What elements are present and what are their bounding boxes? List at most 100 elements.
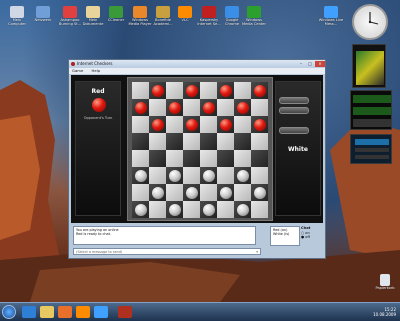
white-checker-piece[interactable] xyxy=(168,203,181,216)
board-square[interactable] xyxy=(166,184,183,201)
board-square[interactable] xyxy=(251,201,268,218)
clock-gadget[interactable] xyxy=(352,4,388,40)
board-square[interactable] xyxy=(132,184,149,201)
recycle-bin-icon[interactable]: Papierkorb xyxy=(372,274,398,290)
board-square[interactable] xyxy=(183,167,200,184)
start-button[interactable] xyxy=(2,305,16,319)
board-square[interactable] xyxy=(217,150,234,167)
board-square[interactable] xyxy=(149,184,166,201)
board-square[interactable] xyxy=(183,150,200,167)
board-square[interactable] xyxy=(149,201,166,218)
white-checker-piece[interactable] xyxy=(151,186,164,199)
board-square[interactable] xyxy=(149,167,166,184)
board-square[interactable] xyxy=(166,150,183,167)
board-square[interactable] xyxy=(200,167,217,184)
close-button[interactable]: × xyxy=(315,61,325,67)
board-square[interactable] xyxy=(217,82,234,99)
red-checker-piece[interactable] xyxy=(236,101,249,114)
board-square[interactable] xyxy=(217,184,234,201)
red-checker-piece[interactable] xyxy=(219,84,232,97)
board-square[interactable] xyxy=(183,201,200,218)
board-square[interactable] xyxy=(251,99,268,116)
board-square[interactable] xyxy=(251,133,268,150)
red-checker-piece[interactable] xyxy=(185,118,198,131)
game-button-3[interactable] xyxy=(279,127,309,134)
board-square[interactable] xyxy=(251,167,268,184)
board-square[interactable] xyxy=(217,167,234,184)
maximize-button[interactable]: □ xyxy=(306,61,314,67)
desktop-icon[interactable]: Windows Live Mess... xyxy=(318,6,344,26)
white-checker-piece[interactable] xyxy=(219,186,232,199)
board-square[interactable] xyxy=(200,184,217,201)
board-square[interactable] xyxy=(217,133,234,150)
game-button-1[interactable] xyxy=(279,97,309,104)
board-square[interactable] xyxy=(166,99,183,116)
board-square[interactable] xyxy=(149,99,166,116)
board-square[interactable] xyxy=(234,82,251,99)
board-square[interactable] xyxy=(132,167,149,184)
desktop-icon[interactable]: VLC xyxy=(172,6,198,22)
red-checker-piece[interactable] xyxy=(151,118,164,131)
white-checker-piece[interactable] xyxy=(168,169,181,182)
ie-taskbar-icon[interactable] xyxy=(22,306,36,318)
board-square[interactable] xyxy=(132,99,149,116)
board-square[interactable] xyxy=(200,99,217,116)
board-square[interactable] xyxy=(234,167,251,184)
red-checker-piece[interactable] xyxy=(168,101,181,114)
checkers-taskbar-icon[interactable] xyxy=(118,306,132,318)
media-player-taskbar-icon[interactable] xyxy=(76,306,90,318)
white-checker-piece[interactable] xyxy=(253,186,266,199)
white-checker-piece[interactable] xyxy=(236,203,249,216)
board-square[interactable] xyxy=(132,82,149,99)
board-square[interactable] xyxy=(166,133,183,150)
board-square[interactable] xyxy=(166,201,183,218)
board-square[interactable] xyxy=(234,184,251,201)
white-checker-piece[interactable] xyxy=(202,203,215,216)
menu-help[interactable]: Help xyxy=(92,68,101,73)
explorer-taskbar-icon[interactable] xyxy=(40,306,54,318)
puzzle-gadget[interactable] xyxy=(352,44,386,88)
board-square[interactable] xyxy=(149,133,166,150)
board-square[interactable] xyxy=(234,201,251,218)
chat-message-select[interactable]: (Select a message to send) ▾ xyxy=(73,248,261,255)
checkers-board[interactable] xyxy=(132,82,268,218)
chat-off-radio[interactable]: ● off xyxy=(301,235,323,239)
game-button-2[interactable] xyxy=(279,107,309,114)
board-square[interactable] xyxy=(149,116,166,133)
board-square[interactable] xyxy=(132,201,149,218)
desktop-icon[interactable]: Windows Media Center xyxy=(241,6,267,26)
messenger-taskbar-icon[interactable] xyxy=(94,306,108,318)
board-square[interactable] xyxy=(200,133,217,150)
minimize-button[interactable]: – xyxy=(297,61,305,67)
white-checker-piece[interactable] xyxy=(185,186,198,199)
board-square[interactable] xyxy=(200,116,217,133)
board-square[interactable] xyxy=(200,82,217,99)
board-square[interactable] xyxy=(234,116,251,133)
red-checker-piece[interactable] xyxy=(253,118,266,131)
red-checker-piece[interactable] xyxy=(134,101,147,114)
desktop-icon[interactable]: CCleaner xyxy=(103,6,129,22)
board-square[interactable] xyxy=(251,150,268,167)
stock-gadget[interactable] xyxy=(350,90,392,130)
red-checker-piece[interactable] xyxy=(185,84,198,97)
board-square[interactable] xyxy=(183,99,200,116)
desktop-icon[interactable]: Netzwerk xyxy=(30,6,56,22)
board-square[interactable] xyxy=(234,99,251,116)
white-checker-piece[interactable] xyxy=(134,203,147,216)
red-checker-piece[interactable] xyxy=(219,118,232,131)
board-square[interactable] xyxy=(217,99,234,116)
title-bar[interactable]: Internet Checkers – □ × xyxy=(69,60,325,68)
white-checker-piece[interactable] xyxy=(202,169,215,182)
menu-game[interactable]: Game xyxy=(72,68,83,73)
board-square[interactable] xyxy=(149,150,166,167)
board-square[interactable] xyxy=(166,167,183,184)
system-monitor-gadget[interactable] xyxy=(350,134,392,164)
board-square[interactable] xyxy=(183,116,200,133)
board-square[interactable] xyxy=(132,133,149,150)
board-square[interactable] xyxy=(166,116,183,133)
board-square[interactable] xyxy=(183,184,200,201)
board-square[interactable] xyxy=(251,116,268,133)
board-square[interactable] xyxy=(132,116,149,133)
board-square[interactable] xyxy=(200,150,217,167)
chevron-down-icon[interactable]: ▾ xyxy=(256,249,258,256)
